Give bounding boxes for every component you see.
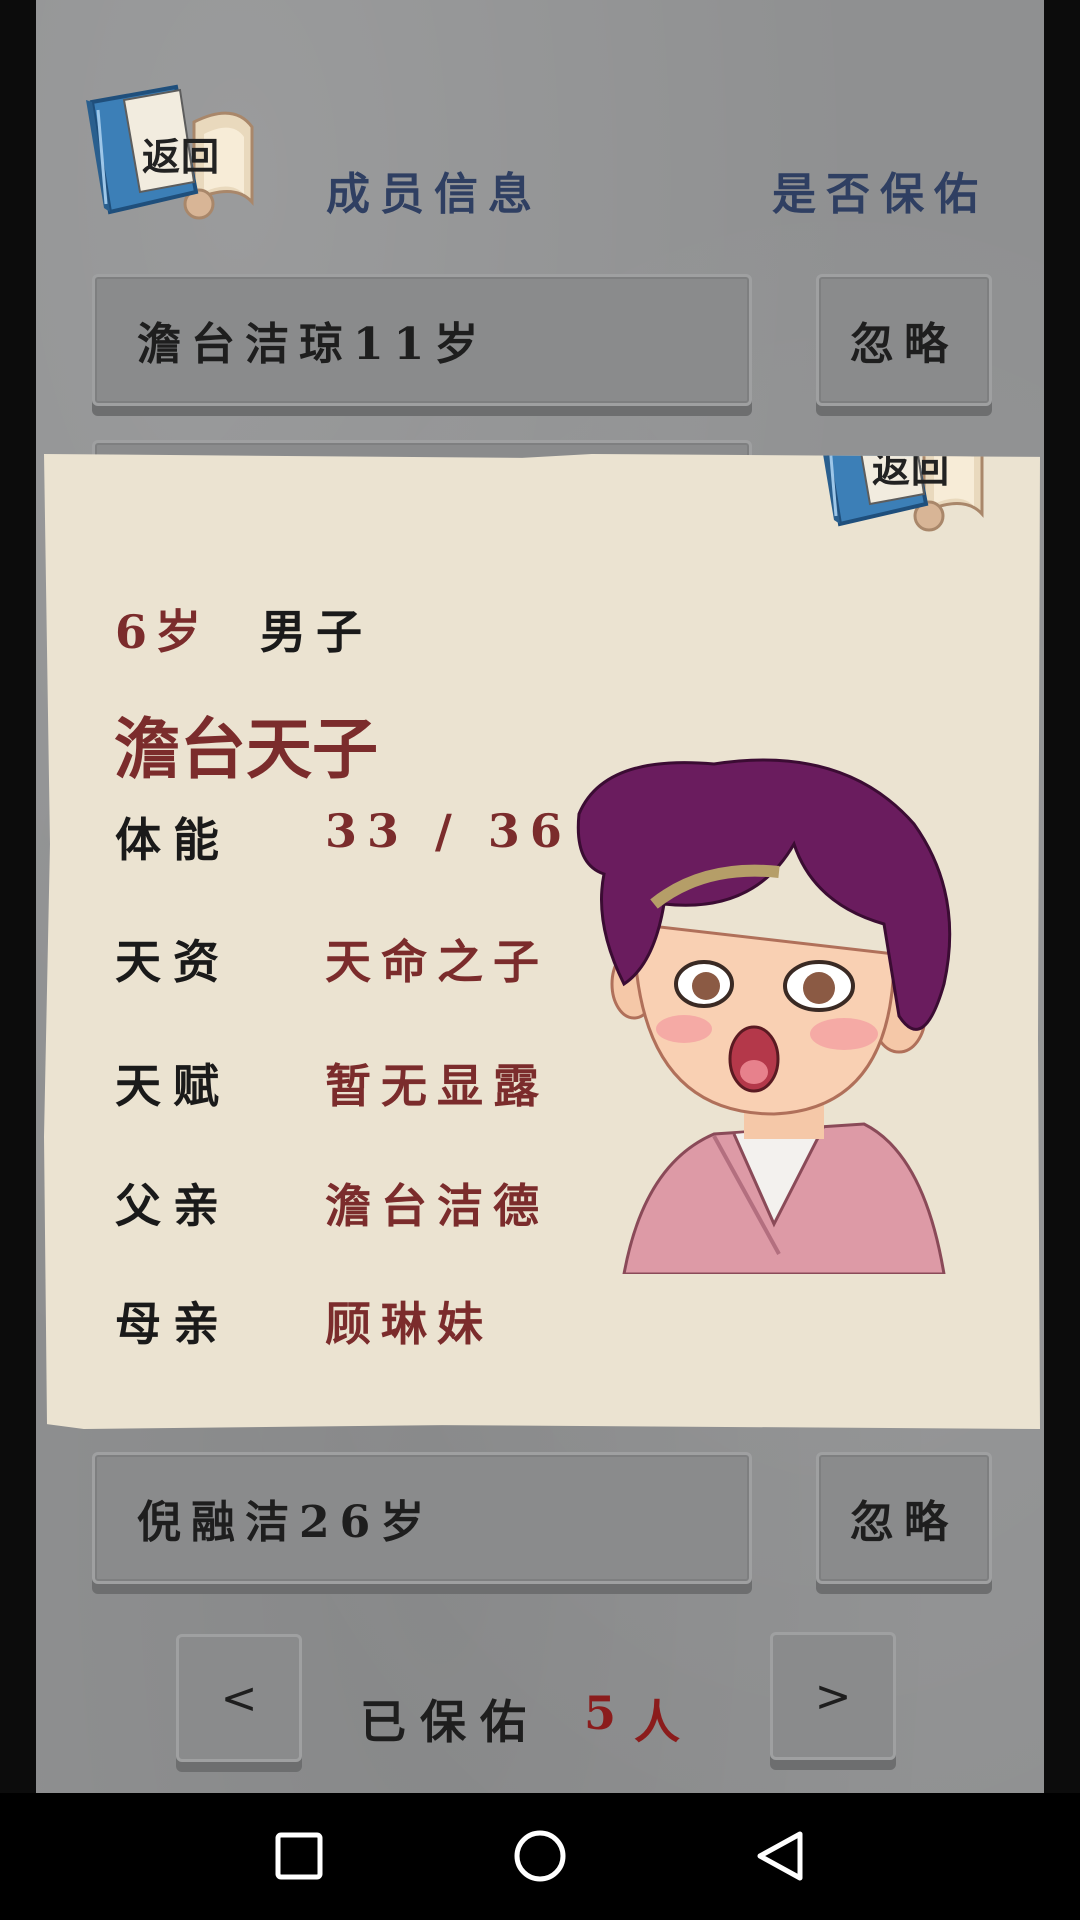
prev-page-button[interactable]: < (176, 1634, 302, 1762)
blessed-unit: 人 (634, 1695, 680, 1749)
blessed-label: 已保佑 (360, 1695, 540, 1749)
mother-label: 母亲 (115, 1297, 231, 1351)
member-row-2-label: 倪融洁26岁 (137, 1497, 435, 1548)
ignore-button-2-label: 忽略 (850, 1497, 958, 1548)
system-navigation-bar (0, 1793, 1080, 1920)
next-page-label: > (814, 1670, 852, 1722)
circle-icon[interactable] (512, 1828, 568, 1884)
member-row-1[interactable]: 澹台洁琼11岁 (92, 274, 752, 406)
ignore-button-2[interactable]: 忽略 (816, 1452, 992, 1584)
father-label: 父亲 (115, 1179, 231, 1233)
member-age: 6岁 (115, 605, 210, 659)
triangle-icon[interactable] (754, 1828, 806, 1884)
talent-label: 天赋 (115, 1059, 231, 1113)
father-value: 澹台洁德 (325, 1179, 549, 1233)
ignore-button-1[interactable]: 忽略 (816, 274, 992, 406)
mother-value: 顾琳妹 (325, 1297, 493, 1351)
stamina-label: 体能 (115, 813, 231, 867)
member-detail-panel: 6岁 男子 澹台天子 体能 33 / 36 天资 天命之子 天赋 暂无显露 父亲… (44, 454, 1040, 1429)
ignore-button-1-label: 忽略 (850, 319, 958, 370)
bless-question-title: 是否保佑 (772, 169, 988, 220)
member-row-1-label: 澹台洁琼11岁 (137, 319, 489, 370)
talent-value: 暂无显露 (325, 1059, 549, 1113)
back-button[interactable]: 返回 (84, 82, 259, 222)
square-icon[interactable] (274, 1831, 324, 1881)
member-gender: 男子 (260, 605, 372, 659)
blessed-count: 5 (584, 1686, 617, 1740)
aptitude-value: 天命之子 (325, 935, 549, 989)
member-row-2[interactable]: 倪融洁26岁 (92, 1452, 752, 1584)
next-page-button[interactable]: > (770, 1632, 896, 1760)
character-portrait (576, 758, 952, 1274)
back-label: 返回 (142, 135, 221, 179)
member-name: 澹台天子 (114, 710, 378, 788)
aptitude-label: 天资 (115, 935, 231, 989)
member-info-title: 成员信息 (326, 169, 542, 220)
stamina-value: 33 / 36 (325, 804, 572, 858)
prev-page-label: < (220, 1672, 258, 1724)
